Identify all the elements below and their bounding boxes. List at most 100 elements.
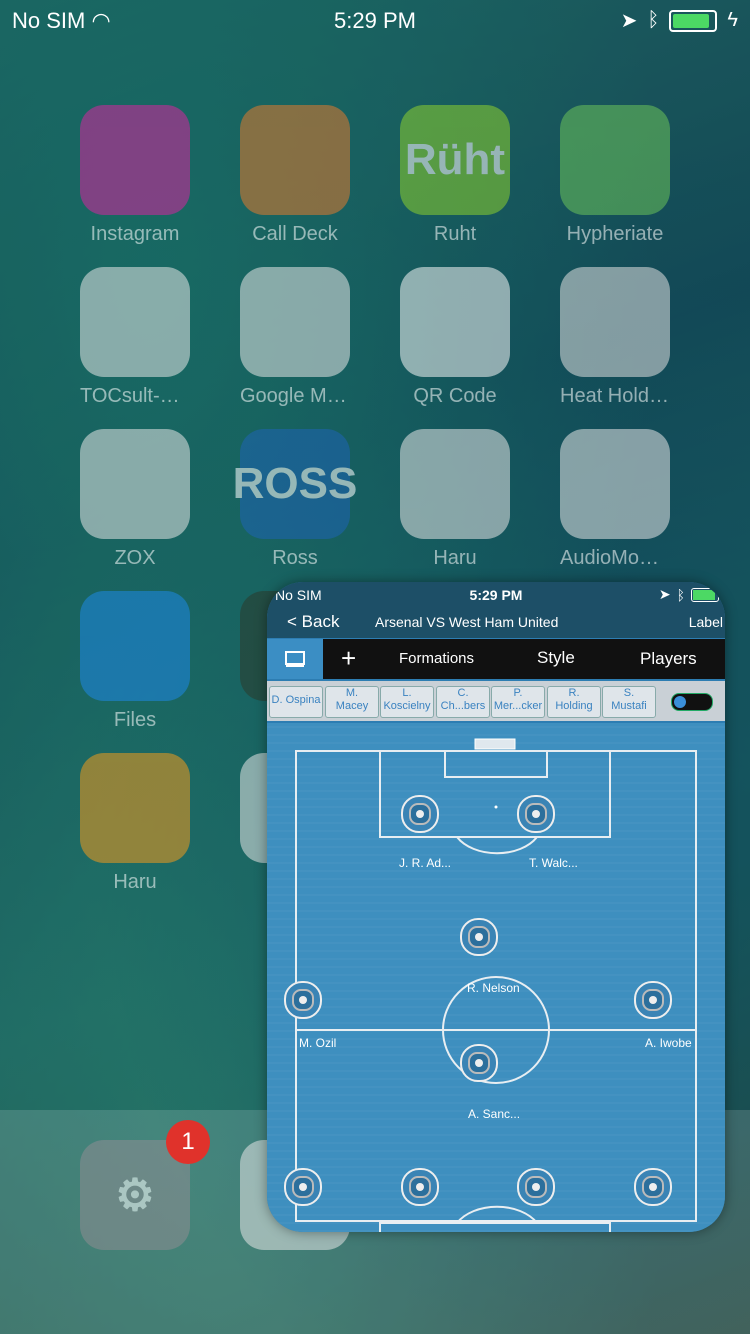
sub-player-initial: C. xyxy=(457,687,469,699)
app-audiomobile[interactable]: AudioMobile... xyxy=(560,429,670,570)
player-marker[interactable] xyxy=(517,795,555,833)
app-label: Google Maps xyxy=(240,385,350,407)
sub-player-button[interactable]: S. Mustafi xyxy=(602,686,656,718)
app-label: Ross xyxy=(272,547,318,569)
back-button[interactable]: < Back xyxy=(287,612,339,632)
app-ruht[interactable]: Rüht Ruht xyxy=(400,105,510,246)
player-ring xyxy=(401,1168,439,1206)
player-marker[interactable] xyxy=(460,918,498,956)
sub-player-button[interactable]: D. Ospina xyxy=(269,686,323,718)
app-haru[interactable]: Haru xyxy=(400,429,510,570)
player-marker[interactable] xyxy=(284,1168,322,1206)
app-icon-instagram xyxy=(80,105,190,215)
app-icon-hypheriate xyxy=(560,105,670,215)
player-marker[interactable] xyxy=(517,1168,555,1206)
player-ring xyxy=(634,1168,672,1206)
player-marker[interactable] xyxy=(401,795,439,833)
panel-toolbar: + Formations Style Players xyxy=(267,639,725,679)
player-marker[interactable] xyxy=(460,1044,498,1082)
panel-nav-bar: < Back Arsenal VS West Ham United Label xyxy=(267,608,725,638)
app-qr-code[interactable]: QR Code xyxy=(400,267,510,408)
player-dot xyxy=(525,1176,547,1198)
app-icon-call-deck xyxy=(240,105,350,215)
player-ring xyxy=(460,918,498,956)
player-marker[interactable] xyxy=(401,1168,439,1206)
app-icon-haru xyxy=(400,429,510,539)
player-marker[interactable] xyxy=(634,1168,672,1206)
app-label: Haru xyxy=(433,547,477,569)
app-instagram[interactable]: Instagram xyxy=(80,105,190,246)
player-ring xyxy=(517,795,555,833)
app-icon-files xyxy=(80,591,190,701)
add-button[interactable]: + xyxy=(341,643,356,674)
player-dot xyxy=(292,1176,314,1198)
sub-player-button[interactable]: P. Mer...cker xyxy=(491,686,545,718)
sub-player-button[interactable]: M. Macey xyxy=(325,686,379,718)
player-dot xyxy=(468,926,490,948)
app-label: Instagram xyxy=(90,223,180,245)
panel-status-right: ➤ ᛒ xyxy=(659,586,719,603)
tab-formations[interactable]: Formations xyxy=(399,650,474,667)
status-bar: No SIM ◠ 5:29 PM ➤ ᛒ ϟ xyxy=(0,0,750,40)
player-name: M. Ozil xyxy=(299,1036,337,1050)
panel-clock: 5:29 PM xyxy=(469,587,523,603)
app-label: Files xyxy=(113,709,157,731)
sub-player-button[interactable]: R. Holding xyxy=(547,686,601,718)
player-ring xyxy=(634,981,672,1019)
player-name: J. R. Ad... xyxy=(399,856,452,870)
location-icon: ➤ xyxy=(658,586,671,602)
screen-toggle-button[interactable] xyxy=(267,639,323,679)
floating-app-panel[interactable]: No SIM 5:29 PM ➤ ᛒ < Back Arsenal VS Wes… xyxy=(267,582,725,1232)
sub-player-surname: Koscielny xyxy=(383,700,431,712)
sub-player-initial: L. xyxy=(402,687,412,699)
sub-player-initial: D. Ospina xyxy=(271,694,321,706)
player-dot xyxy=(642,989,664,1011)
player-dot xyxy=(409,1176,431,1198)
app-icon-ross: ROSS xyxy=(233,429,357,539)
battery-icon xyxy=(691,587,719,602)
sub-player-initial: M. xyxy=(345,687,359,699)
player-ring xyxy=(460,1044,498,1082)
app-zox[interactable]: ZOX xyxy=(80,429,190,570)
bluetooth-icon: ᛒ xyxy=(676,586,685,603)
player-name: R. Nelson xyxy=(467,981,520,995)
sub-player-surname: Holding xyxy=(555,700,593,712)
app-hypheriate[interactable]: Hypheriate xyxy=(560,105,670,246)
app-ross[interactable]: ROSS Ross xyxy=(233,429,357,570)
notification-badge: 1 xyxy=(166,1120,210,1164)
app-haru-2[interactable]: Haru xyxy=(80,753,190,894)
app-google-maps[interactable]: Google Maps xyxy=(240,267,350,408)
app-icon-tocsult xyxy=(80,267,190,377)
player-marker[interactable] xyxy=(634,981,672,1019)
app-label: Hypheriate xyxy=(566,223,664,245)
tab-style[interactable]: Style xyxy=(537,648,575,668)
app-label: Haru xyxy=(113,871,157,893)
player-ring xyxy=(284,1168,322,1206)
label-button[interactable]: Label xyxy=(689,614,723,630)
app-label: Heat Holderz xyxy=(560,385,670,407)
sub-player-button[interactable]: L. Koscielny xyxy=(380,686,434,718)
player-marker[interactable] xyxy=(284,981,322,1019)
player-ring xyxy=(401,795,439,833)
player-dot xyxy=(525,803,547,825)
app-call-deck[interactable]: Call Deck xyxy=(240,105,350,246)
tab-players[interactable]: Players xyxy=(640,649,697,669)
sub-player-surname: Mustafi xyxy=(611,700,647,712)
toggle-switch[interactable] xyxy=(671,693,713,711)
app-label: ZOX xyxy=(114,547,156,569)
player-dot xyxy=(642,1176,664,1198)
app-icon-zox xyxy=(80,429,190,539)
sub-player-button[interactable]: C. Ch...bers xyxy=(436,686,490,718)
app-label: QR Code xyxy=(413,385,497,407)
app-label: Ruht xyxy=(433,223,477,245)
pitch-lines xyxy=(295,738,697,1232)
app-icon-haru-2 xyxy=(80,753,190,863)
panel-status-bar: No SIM 5:29 PM ➤ ᛒ xyxy=(267,582,725,608)
app-heat-holderz[interactable]: Heat Holderz xyxy=(560,267,670,408)
app-icon-qr-code xyxy=(400,267,510,377)
pitch: J. R. Ad... T. Walc... R. Nelson M. Ozil A. … xyxy=(267,723,725,1232)
player-dot xyxy=(409,803,431,825)
player-dot xyxy=(292,989,314,1011)
app-tocsult[interactable]: TOCsult-De... xyxy=(80,267,190,408)
app-files[interactable]: Files xyxy=(80,591,190,732)
